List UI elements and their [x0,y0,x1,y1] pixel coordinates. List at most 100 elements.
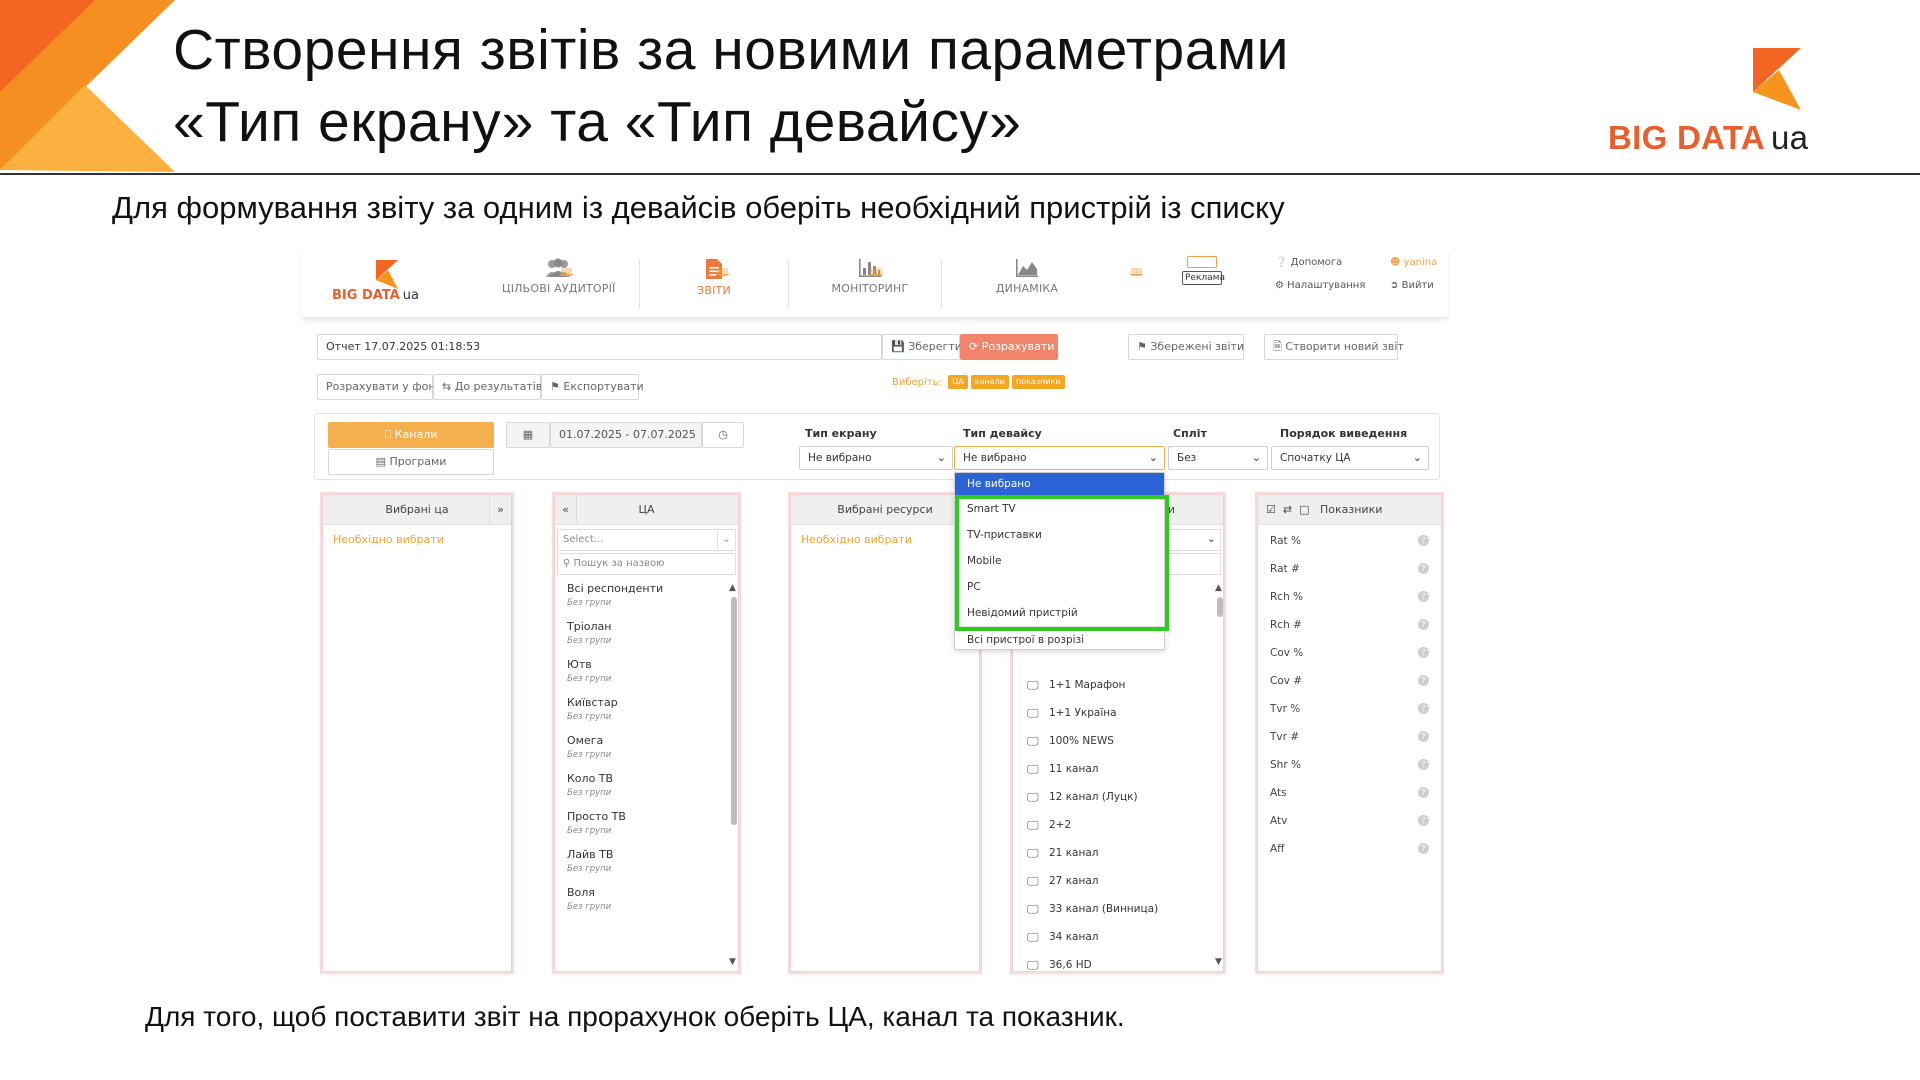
question-icon[interactable]: ? [1418,815,1429,826]
calc-background-button[interactable]: Розрахувати у фоні [317,374,439,400]
question-icon: ❔ [1275,257,1288,268]
ta-list-item[interactable]: Омега Без групи [555,729,738,767]
question-icon[interactable]: ? [1418,535,1429,546]
ta-list-item[interactable]: Всі респонденти Без групи [555,577,738,615]
app-logo[interactable]: BIG DATA ua [332,260,422,310]
saved-reports-button[interactable]: ⚑ Збережені звіти [1128,334,1244,360]
ta-list-item[interactable]: Лайв ТВ Без групи [555,843,738,881]
device-type-value: Не вибрано [963,452,1027,464]
indicator-list-item[interactable]: Shr %? [1258,751,1441,779]
channel-list-item[interactable]: 🖵 100% NEWS [1013,727,1213,755]
new-report-button[interactable]: 🗎 Створити новий звіт [1264,334,1404,360]
question-icon[interactable]: ? [1418,647,1429,658]
clock-icon: ◷ [718,428,728,441]
ta-list-item[interactable]: Просто ТВ Без групи [555,805,738,843]
question-icon[interactable]: ? [1418,759,1429,770]
channel-list-item[interactable]: 🖵 21 канал [1013,839,1213,867]
screen-type-select[interactable]: Не вибрано ⌄ [799,446,953,470]
channels-tab[interactable]: ⎕ Канали [328,422,494,448]
ta-item-group: Без групи [567,598,612,608]
logout-link[interactable]: ➲ Вийти [1390,280,1434,291]
ta-search-input[interactable]: ⚲ Пошук за назвою [557,553,736,575]
indicator-name: Shr % [1270,759,1301,771]
indicator-list-item[interactable]: Tvr #? [1258,723,1441,751]
calculate-button[interactable]: ⟳ Розрахувати [960,334,1058,360]
channel-list-item[interactable]: 🖵 36,6 HD [1013,951,1213,979]
date-range-input[interactable]: 01.07.2025 - 07.07.2025 [550,422,702,448]
channels-scrollbar[interactable] [1217,597,1223,617]
indicator-list-item[interactable]: Rat %? [1258,527,1441,555]
channel-list-item[interactable]: 🖵 1+1 Україна [1013,699,1213,727]
channel-list-item[interactable]: 🖵 34 канал [1013,923,1213,951]
indicator-list-item[interactable]: Ats? [1258,779,1441,807]
device-type-select[interactable]: Не вибрано ⌄ [954,446,1165,470]
subtitle: Для формування звіту за одним із девайсі… [112,190,1285,225]
channel-list-item[interactable]: 🖵 12 канал (Луцк) [1013,783,1213,811]
to-results-label: До результатів [454,380,543,393]
scroll-down-icon[interactable]: ▼ [729,957,736,967]
indicator-list-item[interactable]: Tvr %? [1258,695,1441,723]
channel-name: 11 канал [1049,763,1099,775]
to-results-button[interactable]: ⇆ До результатів [433,374,543,400]
check-square-icon[interactable]: ☑ [1266,503,1276,516]
ta-scrollbar[interactable] [731,597,737,825]
programs-tab[interactable]: ▤ Програми [328,449,494,475]
save-button[interactable]: 💾 Зберегти [882,334,962,360]
nav-label: Динаміка [995,282,1059,295]
sort-alpha-icon[interactable]: □ [1299,503,1309,516]
nav-reports[interactable]: Звіти [669,258,759,312]
indicator-list-item[interactable]: Rat #? [1258,555,1441,583]
chevron-double-right-icon[interactable]: » [489,495,511,525]
calendar-button[interactable]: ▦ [506,422,550,448]
ta-list-item[interactable]: Київстар Без групи [555,691,738,729]
nav-target-audiences[interactable]: Цільові аудиторії [502,258,615,312]
question-icon[interactable]: ? [1418,591,1429,602]
indicator-list-item[interactable]: Atv? [1258,807,1441,835]
split-select[interactable]: Без ⌄ [1168,446,1268,470]
settings-link[interactable]: ⚙ Налаштування [1275,280,1365,291]
time-button[interactable]: ◷ [702,422,744,448]
ta-select[interactable]: Select... ⌄ [557,529,736,551]
ta-list-item[interactable]: Ютв Без групи [555,653,738,691]
ta-item-group: Без групи [567,826,612,836]
advertising-toggle[interactable]: Реклама [1182,256,1225,290]
order-select[interactable]: Спочатку ЦА ⌄ [1271,446,1429,470]
question-icon[interactable]: ? [1418,675,1429,686]
indicator-list-item[interactable]: Aff? [1258,835,1441,863]
question-icon[interactable]: ? [1418,731,1429,742]
question-icon[interactable]: ? [1418,563,1429,574]
nav-dynamics[interactable]: Динаміка [987,258,1067,312]
selected-resources-panel: Вибрані ресурси Необхідно вибрати [790,494,980,972]
chevron-down-icon: ⌄ [1251,451,1261,464]
help-link[interactable]: ❔ Допомога [1275,257,1342,268]
channel-list-item[interactable]: 🖵 1+1 Марафон [1013,671,1213,699]
scroll-up-icon[interactable]: ▲ [1215,583,1222,593]
indicator-list-item[interactable]: Rch #? [1258,611,1441,639]
ta-panel: « ЦА Select... ⌄ ⚲ Пошук за назвою Всі рес… [554,494,739,972]
ta-item-name: Всі респонденти [567,582,664,595]
arrows-icon: ⇆ [442,380,452,393]
indicator-list-item[interactable]: Rch %? [1258,583,1441,611]
channel-list-item[interactable]: 🖵 11 канал [1013,755,1213,783]
chevron-double-left-icon[interactable]: « [555,495,577,525]
shuffle-icon[interactable]: ⇄ [1283,503,1292,516]
screen-type-value: Не вибрано [808,452,872,464]
indicator-list-item[interactable]: Cov %? [1258,639,1441,667]
question-icon[interactable]: ? [1418,843,1429,854]
question-icon[interactable]: ? [1418,703,1429,714]
channel-list-item[interactable]: 🖵 2+2 [1013,811,1213,839]
ta-list-item[interactable]: Воля Без групи [555,881,738,919]
report-name-input[interactable]: Отчет 17.07.2025 01:18:53 [317,334,882,360]
indicator-list-item[interactable]: Cov #? [1258,667,1441,695]
channel-list-item[interactable]: 🖵 33 канал (Винница) [1013,895,1213,923]
export-button[interactable]: ⚑ Експортувати [541,374,644,400]
channel-list-item[interactable]: 🖵 27 канал [1013,867,1213,895]
question-icon[interactable]: ? [1418,787,1429,798]
scroll-down-icon[interactable]: ▼ [1215,957,1222,967]
device-option[interactable]: Не вибрано [955,473,1164,496]
question-icon[interactable]: ? [1418,619,1429,630]
user-link[interactable]: ☻ yanina [1390,257,1437,268]
ta-list-item[interactable]: Тріолан Без групи [555,615,738,653]
ta-list-item[interactable]: Коло ТВ Без групи [555,767,738,805]
scroll-up-icon[interactable]: ▲ [729,583,736,593]
